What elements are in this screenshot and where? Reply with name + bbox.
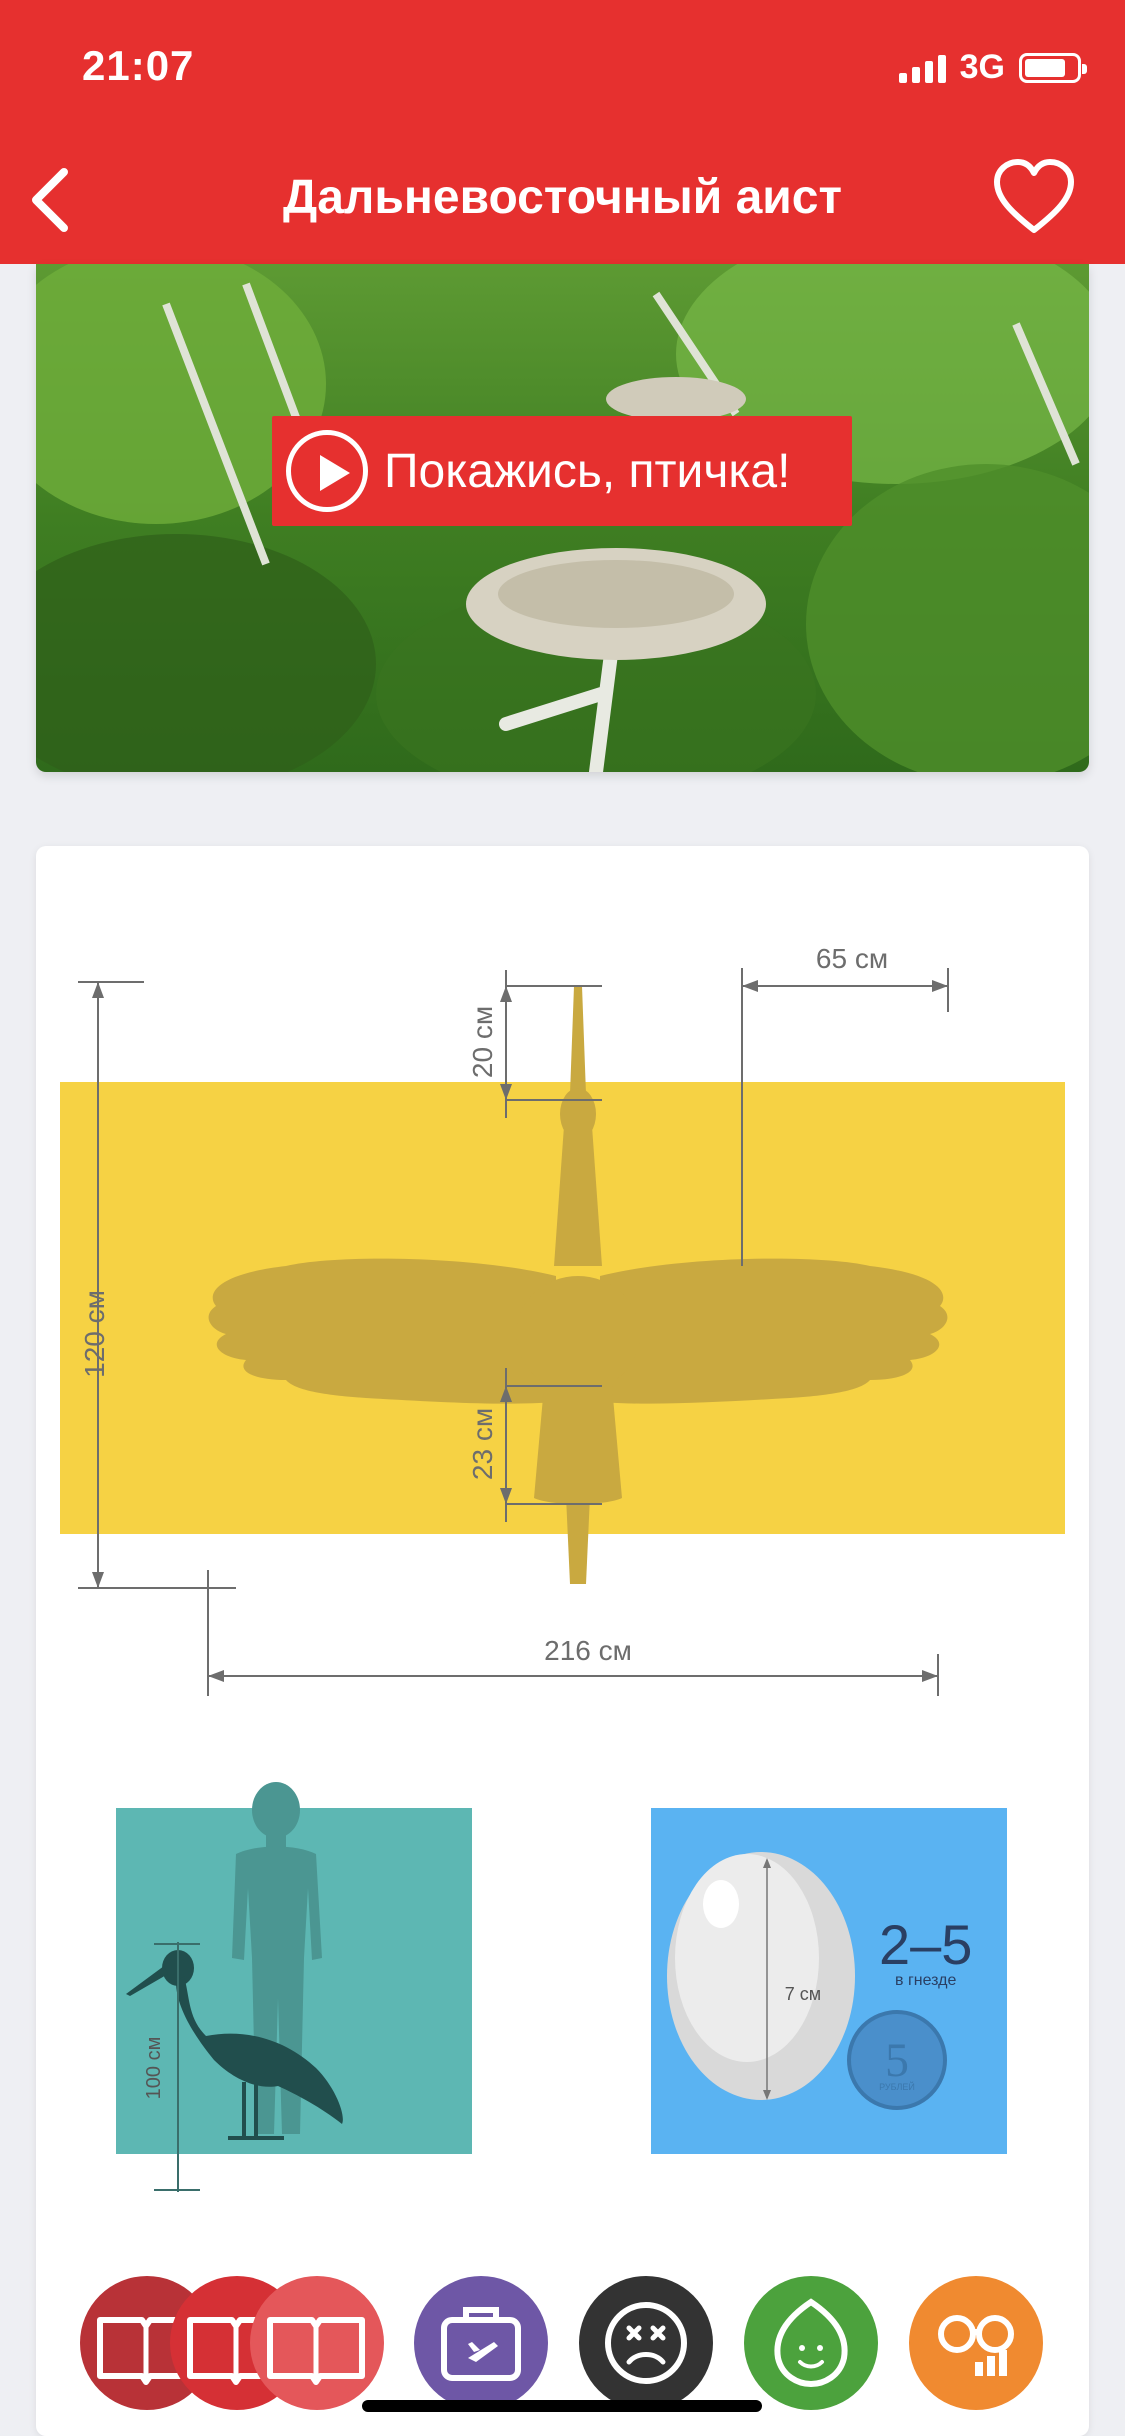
- length-label: 120 см: [79, 1290, 110, 1378]
- info-card: 120 см 216 см 20 см 23 см 65 см 100 см 5…: [36, 846, 1089, 2436]
- clutch-size: 2–5: [879, 1913, 973, 1976]
- page-title: Дальневосточный аист: [283, 171, 842, 224]
- app-header: 21:07 3G Дальневосточный аист: [0, 0, 1125, 264]
- sad-face-icon: [605, 2302, 687, 2384]
- egg-panel: 5 РУБЛЕЙ 7 см 2–5 в гнезде: [651, 1808, 1007, 2154]
- status-time: 21:07: [82, 42, 195, 89]
- egg-size-label: 7 см: [785, 1984, 821, 2004]
- battery-icon: [1019, 52, 1087, 83]
- binoculars-icon: [938, 2315, 1014, 2376]
- home-indicator[interactable]: [362, 2400, 762, 2412]
- signal-icon: [898, 53, 946, 83]
- play-icon: [286, 430, 368, 512]
- coin-value: 5: [885, 2034, 909, 2087]
- tail-label: 23 см: [467, 1408, 498, 1480]
- watch-video-button[interactable]: Покажись, птичка!: [272, 416, 852, 526]
- wing-width-label: 65 см: [816, 943, 888, 974]
- beak-label: 20 см: [467, 1006, 498, 1078]
- size-diagram: 120 см 216 см 20 см 23 см 65 см: [60, 943, 1065, 1696]
- status-icons: 3G: [898, 48, 1087, 87]
- watch-video-label: Покажись, птичка!: [384, 444, 791, 498]
- favorite-heart-button[interactable]: [991, 158, 1077, 238]
- wingspan-label: 216 см: [544, 1635, 632, 1666]
- book-icon: [267, 2317, 365, 2385]
- suitcase-plane-icon: [441, 2307, 521, 2381]
- height-comparison-illustration: 100 см: [126, 1782, 343, 2192]
- leaf-icon: [774, 2298, 848, 2388]
- nav-observe-button[interactable]: [909, 2276, 1043, 2410]
- coin-label: РУБЛЕЙ: [879, 2081, 915, 2092]
- network-type: 3G: [959, 48, 1005, 86]
- nav-threats-button[interactable]: [579, 2276, 713, 2410]
- height-label: 100 см: [143, 2037, 165, 2100]
- nav-info-button-3[interactable]: [250, 2276, 384, 2410]
- video-preview-card[interactable]: Покажись, птичка!: [36, 264, 1089, 772]
- height-comparison-panel: 100 см: [116, 1782, 472, 2192]
- clutch-size-label: в гнезде: [895, 1972, 957, 1989]
- nav-ecology-button[interactable]: [744, 2276, 878, 2410]
- nav-migration-button[interactable]: [414, 2276, 548, 2410]
